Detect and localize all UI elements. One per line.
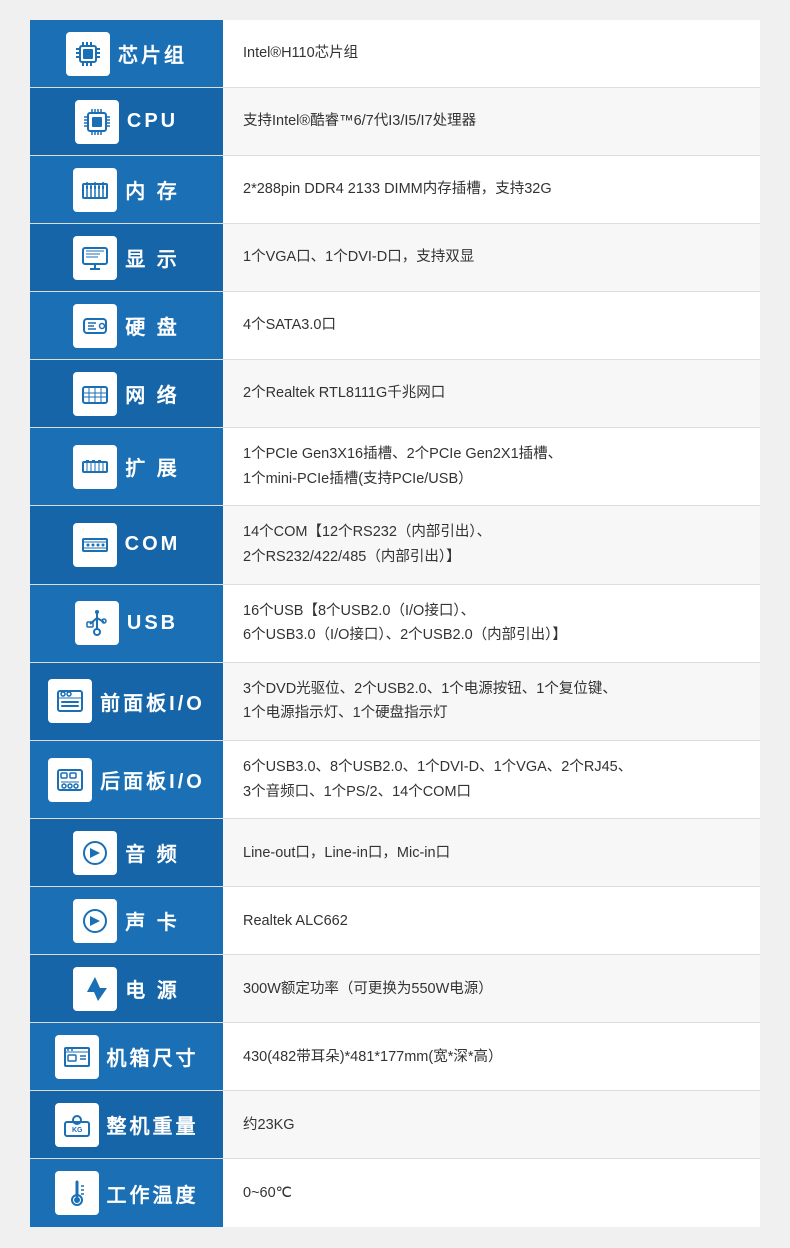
value-cell-audio: Line-out口，Line-in口，Mic-in口 [223,819,760,886]
spec-row-expansion: 扩 展 1个PCIe Gen3X16插槽、2个PCIe Gen2X1插槽、1个mi… [30,428,760,506]
label-cell-com: COM [30,506,223,583]
label-text-audio: 音 频 [125,838,180,867]
label-text-network: 网 络 [125,379,180,408]
label-cell-usb: USB [30,585,223,662]
spec-row-chassis: 机箱尺寸 430(482带耳朵)*481*177mm(宽*深*高） [30,1023,760,1091]
spec-row-display: 显 示 1个VGA口、1个DVI-D口，支持双显 [30,224,760,292]
power-icon [73,967,117,1011]
value-cell-cpu: 支持Intel®酷睿™6/7代I3/I5/I7处理器 [223,88,760,155]
chipset-icon [66,32,110,76]
spec-row-chipset: 芯片组 Intel®H110芯片组 [30,20,760,88]
chassis-icon [55,1035,99,1079]
weight-icon: KG [55,1103,99,1147]
expansion-icon [73,445,117,489]
spec-row-power: 电 源 300W额定功率（可更换为550W电源） [30,955,760,1023]
sound-card-icon [73,899,117,943]
label-text-chipset: 芯片组 [118,39,187,68]
label-cell-weight: KG 整机重量 [30,1091,223,1158]
svg-text:KG: KG [72,1127,83,1134]
value-cell-front-io: 3个DVD光驱位、2个USB2.0、1个电源按钮、1个复位键、1个电源指示灯、1… [223,663,760,740]
value-cell-sound-card: Realtek ALC662 [223,887,760,954]
value-cell-usb: 16个USB【8个USB2.0（I/O接口）、6个USB3.0（I/O接口）、2… [223,585,760,662]
spec-table: 芯片组 Intel®H110芯片组 CPU 支持Intel®酷睿™6/7代I3/I5… [30,20,760,1227]
value-cell-network: 2个Realtek RTL8111G千兆网口 [223,360,760,427]
spec-row-weight: KG 整机重量约23KG [30,1091,760,1159]
display-icon [73,236,117,280]
label-text-weight: 整机重量 [107,1110,199,1139]
spec-row-usb: USB 16个USB【8个USB2.0（I/O接口）、6个USB3.0（I/O接口… [30,585,760,663]
value-cell-com: 14个COM【12个RS232（内部引出）、2个RS232/422/485（内部… [223,506,760,583]
spec-row-hdd: 硬 盘 4个SATA3.0口 [30,292,760,360]
label-cell-chipset: 芯片组 [30,20,223,87]
label-cell-temperature: 工作温度 [30,1159,223,1227]
spec-row-network: 网 络 2个Realtek RTL8111G千兆网口 [30,360,760,428]
label-text-chassis: 机箱尺寸 [107,1042,199,1071]
label-text-rear-io: 后面板I/O [100,765,205,794]
value-cell-weight: 约23KG [223,1091,760,1158]
label-text-display: 显 示 [125,243,180,272]
label-cell-display: 显 示 [30,224,223,291]
label-text-front-io: 前面板I/O [100,687,205,716]
value-cell-power: 300W额定功率（可更换为550W电源） [223,955,760,1022]
label-cell-front-io: 前面板I/O [30,663,223,740]
label-text-hdd: 硬 盘 [125,311,180,340]
label-cell-hdd: 硬 盘 [30,292,223,359]
label-text-sound-card: 声 卡 [125,906,180,935]
value-cell-temperature: 0~60℃ [223,1159,760,1227]
com-icon [73,523,117,567]
label-cell-audio: 音 频 [30,819,223,886]
label-text-memory: 内 存 [125,175,180,204]
spec-row-com: COM 14个COM【12个RS232（内部引出）、2个RS232/422/485… [30,506,760,584]
label-cell-expansion: 扩 展 [30,428,223,505]
label-cell-memory: 内 存 [30,156,223,223]
label-cell-power: 电 源 [30,955,223,1022]
label-text-temperature: 工作温度 [107,1179,199,1208]
rear-io-icon [48,758,92,802]
value-cell-memory: 2*288pin DDR4 2133 DIMM内存插槽，支持32G [223,156,760,223]
label-cell-sound-card: 声 卡 [30,887,223,954]
label-cell-cpu: CPU [30,88,223,155]
label-text-com: COM [125,533,181,556]
spec-row-cpu: CPU 支持Intel®酷睿™6/7代I3/I5/I7处理器 [30,88,760,156]
front-io-icon [48,679,92,723]
spec-row-memory: 内 存 2*288pin DDR4 2133 DIMM内存插槽，支持32G [30,156,760,224]
cpu-icon [75,100,119,144]
usb-icon [75,601,119,645]
label-text-usb: USB [127,612,178,635]
network-icon [73,372,117,416]
value-cell-chipset: Intel®H110芯片组 [223,20,760,87]
value-cell-expansion: 1个PCIe Gen3X16插槽、2个PCIe Gen2X1插槽、1个mini-… [223,428,760,505]
spec-row-temperature: 工作温度 0~60℃ [30,1159,760,1227]
label-text-cpu: CPU [127,110,178,133]
value-cell-display: 1个VGA口、1个DVI-D口，支持双显 [223,224,760,291]
label-cell-network: 网 络 [30,360,223,427]
spec-row-rear-io: 后面板I/O 6个USB3.0、8个USB2.0、1个DVI-D、1个VGA、2个… [30,741,760,819]
value-cell-rear-io: 6个USB3.0、8个USB2.0、1个DVI-D、1个VGA、2个RJ45、3… [223,741,760,818]
memory-icon [73,168,117,212]
value-cell-hdd: 4个SATA3.0口 [223,292,760,359]
audio-icon [73,831,117,875]
label-text-power: 电 源 [125,974,180,1003]
hdd-icon [73,304,117,348]
label-cell-rear-io: 后面板I/O [30,741,223,818]
label-cell-chassis: 机箱尺寸 [30,1023,223,1090]
spec-row-audio: 音 频 Line-out口，Line-in口，Mic-in口 [30,819,760,887]
temperature-icon [55,1171,99,1215]
label-text-expansion: 扩 展 [125,452,180,481]
value-cell-chassis: 430(482带耳朵)*481*177mm(宽*深*高） [223,1023,760,1090]
spec-row-front-io: 前面板I/O 3个DVD光驱位、2个USB2.0、1个电源按钮、1个复位键、1个电… [30,663,760,741]
spec-row-sound-card: 声 卡 Realtek ALC662 [30,887,760,955]
